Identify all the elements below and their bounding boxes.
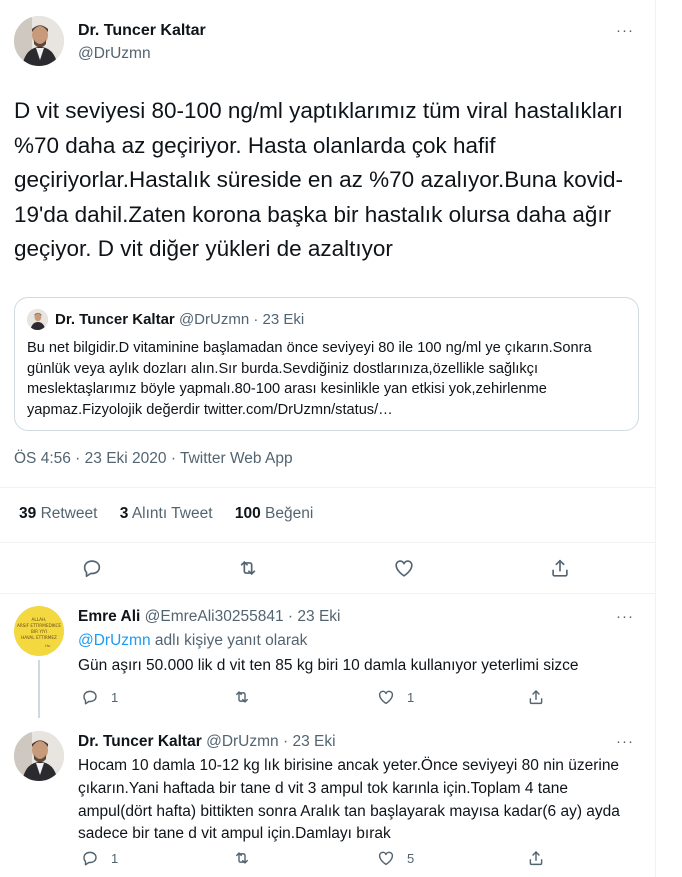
share-icon	[529, 851, 543, 866]
like-count: 1	[407, 689, 415, 705]
separator-dot: ·	[287, 608, 294, 625]
separator-dot: ·	[253, 311, 259, 328]
divider	[0, 593, 656, 594]
quoted-author-handle: @DrUzmn	[178, 311, 250, 328]
reply-to-suffix: adlı kişiye yanıt olarak	[150, 632, 308, 649]
share-button[interactable]	[527, 688, 545, 706]
quoted-tweet-date: 23 Eki	[262, 311, 305, 328]
author-avatar[interactable]	[14, 16, 64, 66]
like-button[interactable]: 5	[377, 849, 414, 867]
retweet-button[interactable]	[233, 849, 251, 867]
more-options-icon[interactable]: ···	[616, 22, 634, 39]
quoted-tweet-text: Bu net bilgidir.D vitaminine başlamadan …	[27, 340, 592, 418]
svg-text:BIR YIYI: BIR YIYI	[31, 629, 47, 634]
like-icon[interactable]	[393, 557, 415, 579]
reply-date[interactable]: 23 Eki	[297, 608, 340, 625]
retweet-button[interactable]	[233, 688, 251, 706]
tweet-timestamp[interactable]: ÖS 4:56 · 23 Eki 2020 · Twitter Web App	[14, 450, 293, 468]
like-stat[interactable]: 100 Beğeni	[235, 505, 313, 523]
retweet-count: 39	[19, 505, 37, 522]
reply-to-mention[interactable]: @DrUzmn	[78, 632, 151, 649]
svg-text:HAVAL ETTIRMEZ: HAVAL ETTIRMEZ	[21, 635, 57, 640]
quote-label: Alıntı Tweet	[131, 505, 213, 522]
quoted-author-name: Dr. Tuncer Kaltar	[55, 311, 175, 328]
replying-to: @DrUzmn adlı kişiye yanıt olarak	[78, 632, 307, 650]
reply-text: Hocam 10 damla 10-12 kg lık birisine anc…	[78, 757, 620, 843]
like-button[interactable]: 1	[377, 688, 414, 706]
divider	[0, 487, 656, 488]
tweet-text: D vit seviyesi 80-100 ng/ml yaptıklarımı…	[14, 98, 624, 262]
reply-author-name[interactable]: Dr. Tuncer Kaltar	[78, 733, 202, 750]
like-icon	[378, 690, 394, 705]
quote-stat[interactable]: 3 Alıntı Tweet	[120, 505, 213, 523]
author-handle[interactable]: @DrUzmn	[78, 45, 151, 63]
quoted-tweet[interactable]: Dr. Tuncer Kaltar @DrUzmn · 23 Eki Bu ne…	[14, 297, 639, 431]
tweet-thread: Dr. Tuncer Kaltar @DrUzmn ··· D vit sevi…	[0, 0, 656, 877]
reply-icon	[83, 851, 97, 866]
reply-header: Emre Ali @EmreAli30255841 · 23 Eki	[78, 608, 340, 626]
reply-count: 1	[111, 850, 119, 866]
reply-text: Gün aşırı 50.000 lik d vit ten 85 kg bir…	[78, 657, 579, 674]
reply-date[interactable]: 23 Eki	[292, 733, 335, 750]
quote-count: 3	[119, 505, 129, 522]
reply-button[interactable]: 1	[81, 688, 118, 706]
share-button[interactable]	[527, 849, 545, 867]
more-options-icon[interactable]: ···	[616, 733, 634, 750]
reply-button[interactable]: 1	[81, 849, 118, 867]
retweet-icon[interactable]	[237, 557, 259, 579]
reply-author-name[interactable]: Emre Ali	[78, 608, 140, 625]
divider	[0, 542, 656, 543]
retweet-stat[interactable]: 39 Retweet	[19, 505, 97, 523]
reply-icon[interactable]	[81, 557, 103, 579]
share-icon	[529, 690, 543, 705]
reply-author-handle[interactable]: @DrUzmn	[206, 733, 279, 750]
reply-icon	[83, 690, 97, 705]
reply-author-avatar[interactable]	[14, 731, 64, 781]
retweet-label: Retweet	[40, 505, 98, 522]
reply-header: Dr. Tuncer Kaltar @DrUzmn · 23 Eki	[78, 733, 336, 751]
like-icon	[378, 851, 394, 866]
quoted-tweet-header: Dr. Tuncer Kaltar @DrUzmn · 23 Eki	[55, 311, 304, 328]
more-options-icon[interactable]: ···	[616, 608, 634, 625]
like-count: 5	[407, 850, 415, 866]
share-icon[interactable]	[549, 557, 571, 579]
svg-text:ARSIF ETTIRMEDIKCE: ARSIF ETTIRMEDIKCE	[17, 623, 61, 628]
like-label: Beğeni	[265, 505, 314, 522]
reply-author-avatar[interactable]: ALLAH, ARSIF ETTIRMEDIKCE BIR YIYI HAVAL…	[14, 606, 64, 656]
thread-connector	[38, 660, 40, 718]
separator-dot: ·	[282, 733, 289, 750]
tweet-stats: 39 Retweet 3 Alıntı Tweet 100 Beğeni	[19, 505, 313, 523]
retweet-icon	[236, 691, 248, 703]
quoted-author-avatar	[27, 309, 48, 330]
reply-count: 1	[111, 689, 119, 705]
reply-author-handle[interactable]: @EmreAli30255841	[145, 608, 284, 625]
like-count: 100	[234, 505, 261, 522]
svg-text:ALLAH,: ALLAH,	[32, 617, 47, 622]
svg-text:Hz.: Hz.	[45, 644, 51, 648]
retweet-icon	[236, 852, 248, 864]
author-name[interactable]: Dr. Tuncer Kaltar	[78, 22, 206, 40]
